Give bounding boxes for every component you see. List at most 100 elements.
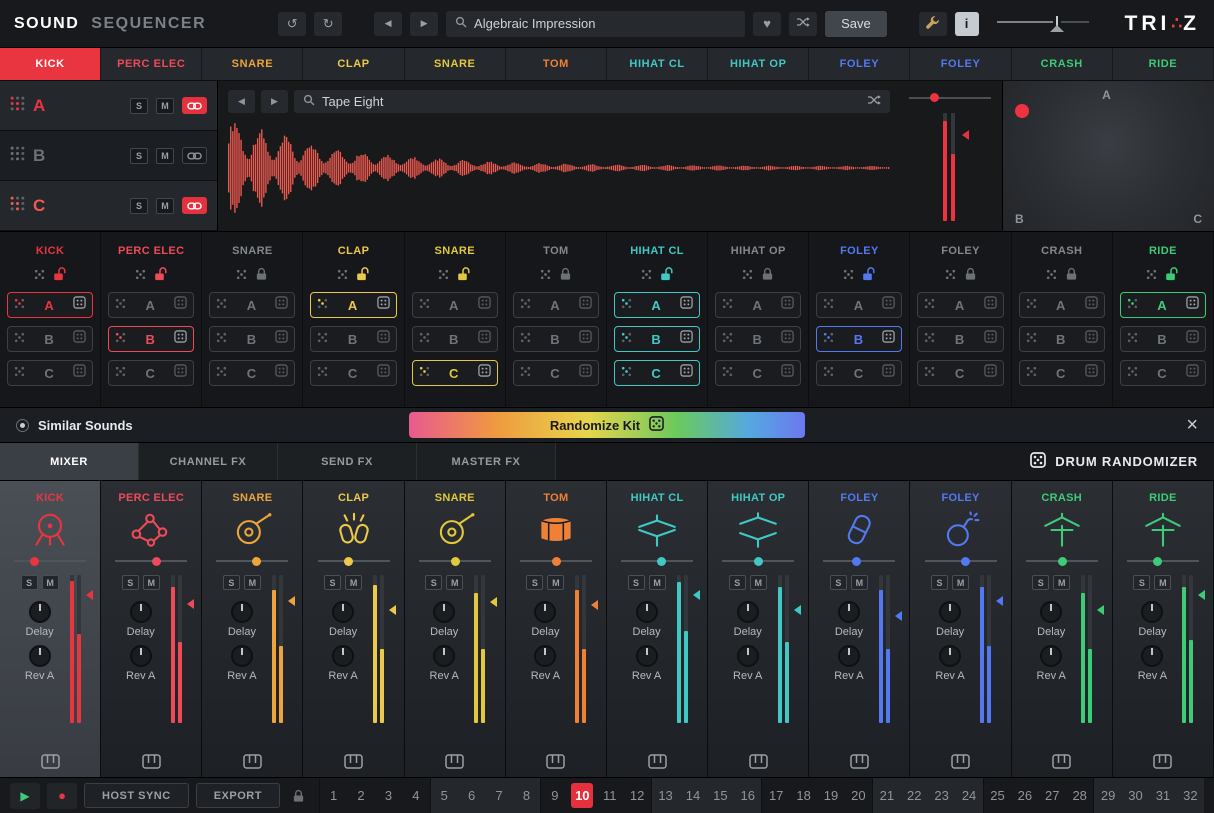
xy-cursor[interactable] bbox=[1015, 104, 1029, 118]
delay-knob[interactable] bbox=[433, 601, 455, 623]
step-23[interactable]: 23 bbox=[931, 783, 953, 808]
mixer-tab-channel-fx[interactable]: CHANNEL FX bbox=[139, 443, 278, 480]
randomize-cell-icon[interactable] bbox=[478, 364, 491, 382]
channel-volume-slider[interactable] bbox=[1026, 556, 1098, 566]
solo-button[interactable]: S bbox=[628, 575, 645, 590]
preset-search-input[interactable] bbox=[474, 16, 736, 31]
sample-next-button[interactable]: ▶ bbox=[261, 90, 288, 113]
randomize-cell-icon[interactable] bbox=[377, 330, 390, 348]
reverb-send-knob[interactable] bbox=[29, 645, 51, 667]
drum-randomizer-button[interactable]: DRUM RANDOMIZER bbox=[1030, 443, 1214, 480]
kit-cell-foley-10-a[interactable]: A bbox=[917, 292, 1003, 318]
output-keyboard-icon[interactable] bbox=[546, 754, 565, 769]
output-keyboard-icon[interactable] bbox=[749, 754, 768, 769]
channel-volume-slider[interactable] bbox=[14, 556, 86, 566]
channel-volume-slider[interactable] bbox=[722, 556, 794, 566]
randomize-cell-icon[interactable] bbox=[680, 330, 693, 348]
mute-button[interactable]: M bbox=[345, 575, 362, 590]
randomize-cell-icon[interactable] bbox=[984, 296, 997, 314]
output-keyboard-icon[interactable] bbox=[1153, 754, 1172, 769]
lock-open-icon[interactable] bbox=[457, 267, 471, 286]
preset-prev-button[interactable]: ◀ bbox=[374, 12, 402, 36]
reverb-send-knob[interactable] bbox=[534, 645, 556, 667]
dice-icon[interactable] bbox=[34, 267, 45, 285]
meter-marker[interactable] bbox=[490, 597, 497, 607]
layer-link-button[interactable] bbox=[182, 197, 207, 214]
step-25[interactable]: 25 bbox=[986, 783, 1008, 808]
solo-button[interactable]: S bbox=[425, 575, 442, 590]
step-21[interactable]: 21 bbox=[876, 783, 898, 808]
step-22[interactable]: 22 bbox=[903, 783, 925, 808]
solo-button[interactable]: S bbox=[122, 575, 139, 590]
step-24[interactable]: 24 bbox=[958, 783, 980, 808]
track-tab-foley-9[interactable]: FOLEY bbox=[809, 48, 910, 80]
meter-marker[interactable] bbox=[187, 599, 194, 609]
track-tab-hihat-cl-7[interactable]: HIHAT CL bbox=[607, 48, 708, 80]
randomize-cell-icon[interactable] bbox=[73, 296, 86, 314]
randomize-cell-icon[interactable] bbox=[377, 364, 390, 382]
kit-cell-tom-6-a[interactable]: A bbox=[513, 292, 599, 318]
sample-shuffle-icon[interactable] bbox=[867, 93, 881, 111]
slider-handle[interactable] bbox=[930, 93, 939, 102]
randomize-cell-icon[interactable] bbox=[73, 330, 86, 348]
mute-button[interactable]: M bbox=[42, 575, 59, 590]
randomize-cell-icon[interactable] bbox=[275, 296, 288, 314]
layer-solo-button[interactable]: S bbox=[130, 98, 148, 114]
kit-cell-perc-elec-2-a[interactable]: A bbox=[108, 292, 194, 318]
kit-cell-crash-11-a[interactable]: A bbox=[1019, 292, 1105, 318]
meter-marker[interactable] bbox=[1097, 605, 1104, 615]
master-volume-slider[interactable] bbox=[995, 15, 1091, 33]
randomize-cell-icon[interactable] bbox=[781, 296, 794, 314]
channel-volume-slider[interactable] bbox=[621, 556, 693, 566]
step-12[interactable]: 12 bbox=[626, 783, 648, 808]
step-13[interactable]: 13 bbox=[655, 783, 677, 808]
step-14[interactable]: 14 bbox=[682, 783, 704, 808]
meter-marker[interactable] bbox=[996, 596, 1003, 606]
track-tab-kick-1[interactable]: KICK bbox=[0, 48, 101, 80]
mixer-tab-send-fx[interactable]: SEND FX bbox=[278, 443, 417, 480]
randomize-cell-icon[interactable] bbox=[1085, 364, 1098, 382]
preset-next-button[interactable]: ▶ bbox=[410, 12, 438, 36]
meter-marker[interactable] bbox=[1198, 590, 1205, 600]
randomize-cell-icon[interactable] bbox=[984, 364, 997, 382]
randomize-cell-icon[interactable] bbox=[174, 330, 187, 348]
step-19[interactable]: 19 bbox=[820, 783, 842, 808]
mute-button[interactable]: M bbox=[143, 575, 160, 590]
randomize-cell-icon[interactable] bbox=[579, 296, 592, 314]
preset-search[interactable] bbox=[446, 11, 745, 37]
waveform-display[interactable] bbox=[228, 121, 890, 215]
step-17[interactable]: 17 bbox=[765, 783, 787, 808]
mute-button[interactable]: M bbox=[1053, 575, 1070, 590]
randomize-cell-icon[interactable] bbox=[984, 330, 997, 348]
step-20[interactable]: 20 bbox=[847, 783, 869, 808]
output-keyboard-icon[interactable] bbox=[951, 754, 970, 769]
layer-link-button[interactable] bbox=[182, 97, 207, 114]
channel-volume-slider[interactable] bbox=[318, 556, 390, 566]
randomize-cell-icon[interactable] bbox=[579, 364, 592, 382]
lock-closed-icon[interactable] bbox=[559, 267, 572, 286]
delay-knob[interactable] bbox=[231, 601, 253, 623]
kit-cell-hihat-cl-7-b[interactable]: B bbox=[614, 326, 700, 352]
kit-cell-snare-5-c[interactable]: C bbox=[412, 360, 498, 386]
kit-cell-hihat-cl-7-c[interactable]: C bbox=[614, 360, 700, 386]
lock-open-icon[interactable] bbox=[1165, 267, 1179, 286]
delay-knob[interactable] bbox=[1141, 601, 1163, 623]
track-tab-tom-6[interactable]: TOM bbox=[506, 48, 607, 80]
lock-open-icon[interactable] bbox=[660, 267, 674, 286]
delay-knob[interactable] bbox=[29, 601, 51, 623]
mute-button[interactable]: M bbox=[952, 575, 969, 590]
output-keyboard-icon[interactable] bbox=[344, 754, 363, 769]
favorite-button[interactable]: ♥ bbox=[753, 12, 781, 36]
lock-closed-icon[interactable] bbox=[255, 267, 268, 286]
step-8[interactable]: 8 bbox=[515, 783, 537, 808]
layer-row-b[interactable]: BSM bbox=[0, 131, 217, 181]
step-27[interactable]: 27 bbox=[1041, 783, 1063, 808]
randomize-cell-icon[interactable] bbox=[1085, 330, 1098, 348]
channel-volume-slider[interactable] bbox=[419, 556, 491, 566]
step-26[interactable]: 26 bbox=[1014, 783, 1036, 808]
kit-cell-clap-4-c[interactable]: C bbox=[310, 360, 396, 386]
dice-icon[interactable] bbox=[236, 267, 247, 285]
kit-cell-foley-9-a[interactable]: A bbox=[816, 292, 902, 318]
output-keyboard-icon[interactable] bbox=[648, 754, 667, 769]
kit-cell-perc-elec-2-c[interactable]: C bbox=[108, 360, 194, 386]
